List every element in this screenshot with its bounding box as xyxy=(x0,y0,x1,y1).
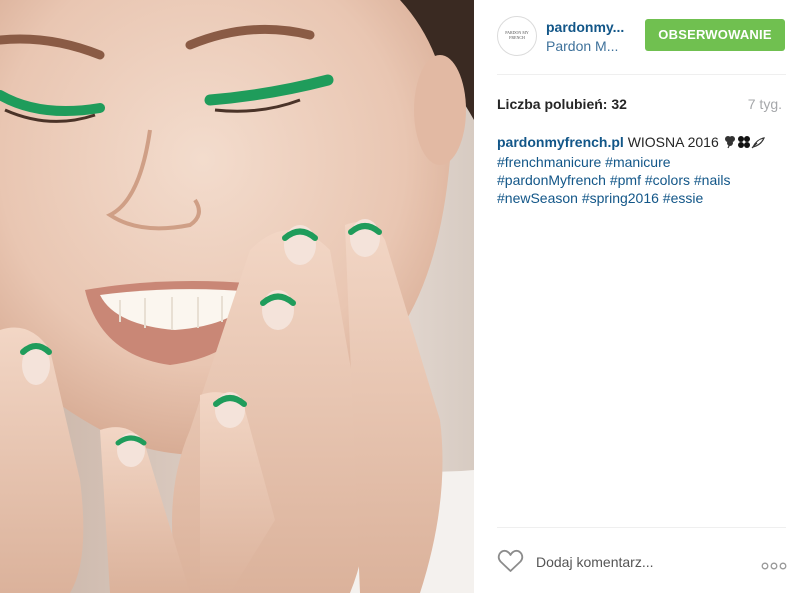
hashtag-link[interactable]: #nails xyxy=(694,172,731,188)
post-caption: pardonmyfrench.pl WIOSNA 2016 #frenchman… xyxy=(497,133,782,207)
more-options-icon[interactable] xyxy=(761,557,787,570)
author-fullname[interactable]: Pardon M... xyxy=(546,38,618,54)
photo-illustration xyxy=(0,0,474,593)
divider xyxy=(497,74,786,75)
hashtag-link[interactable]: #manicure xyxy=(605,154,670,170)
author-username[interactable]: pardonmy... xyxy=(546,19,624,35)
avatar-logo-text: PARDON MY FRENCH xyxy=(505,30,529,40)
shamrock-icon xyxy=(723,135,737,153)
follow-button[interactable]: OBSERWOWANIE xyxy=(645,19,785,51)
hashtag-link[interactable]: #pmf xyxy=(610,172,641,188)
likes-count[interactable]: Liczba polubień: 32 xyxy=(497,96,627,112)
hashtag-link[interactable]: #frenchmanicure xyxy=(497,154,601,170)
post-view: PARDON MY FRENCH pardonmy... Pardon M...… xyxy=(0,0,793,593)
caption-author-link[interactable]: pardonmyfrench.pl xyxy=(497,134,624,150)
post-header: PARDON MY FRENCH pardonmy... Pardon M...… xyxy=(474,0,793,74)
caption-hashtags: #frenchmanicure #manicure #pardonMyfrenc… xyxy=(497,154,730,206)
hashtag-link[interactable]: #newSeason xyxy=(497,190,578,206)
hashtag-link[interactable]: #colors xyxy=(645,172,690,188)
clover-icon xyxy=(737,135,751,153)
hashtag-link[interactable]: #pardonMyfrench xyxy=(497,172,606,188)
post-time[interactable]: 7 tyg. xyxy=(748,96,782,112)
avatar[interactable]: PARDON MY FRENCH xyxy=(497,16,537,56)
caption-text: WIOSNA 2016 xyxy=(627,134,719,150)
heart-icon[interactable] xyxy=(497,549,524,573)
post-photo[interactable] xyxy=(0,0,474,593)
hashtag-link[interactable]: #spring2016 xyxy=(582,190,659,206)
hashtag-link[interactable]: #essie xyxy=(663,190,703,206)
comment-input[interactable] xyxy=(536,553,676,571)
post-footer xyxy=(474,528,793,593)
post-details-panel: PARDON MY FRENCH pardonmy... Pardon M...… xyxy=(474,0,793,593)
seedling-icon xyxy=(751,135,765,153)
